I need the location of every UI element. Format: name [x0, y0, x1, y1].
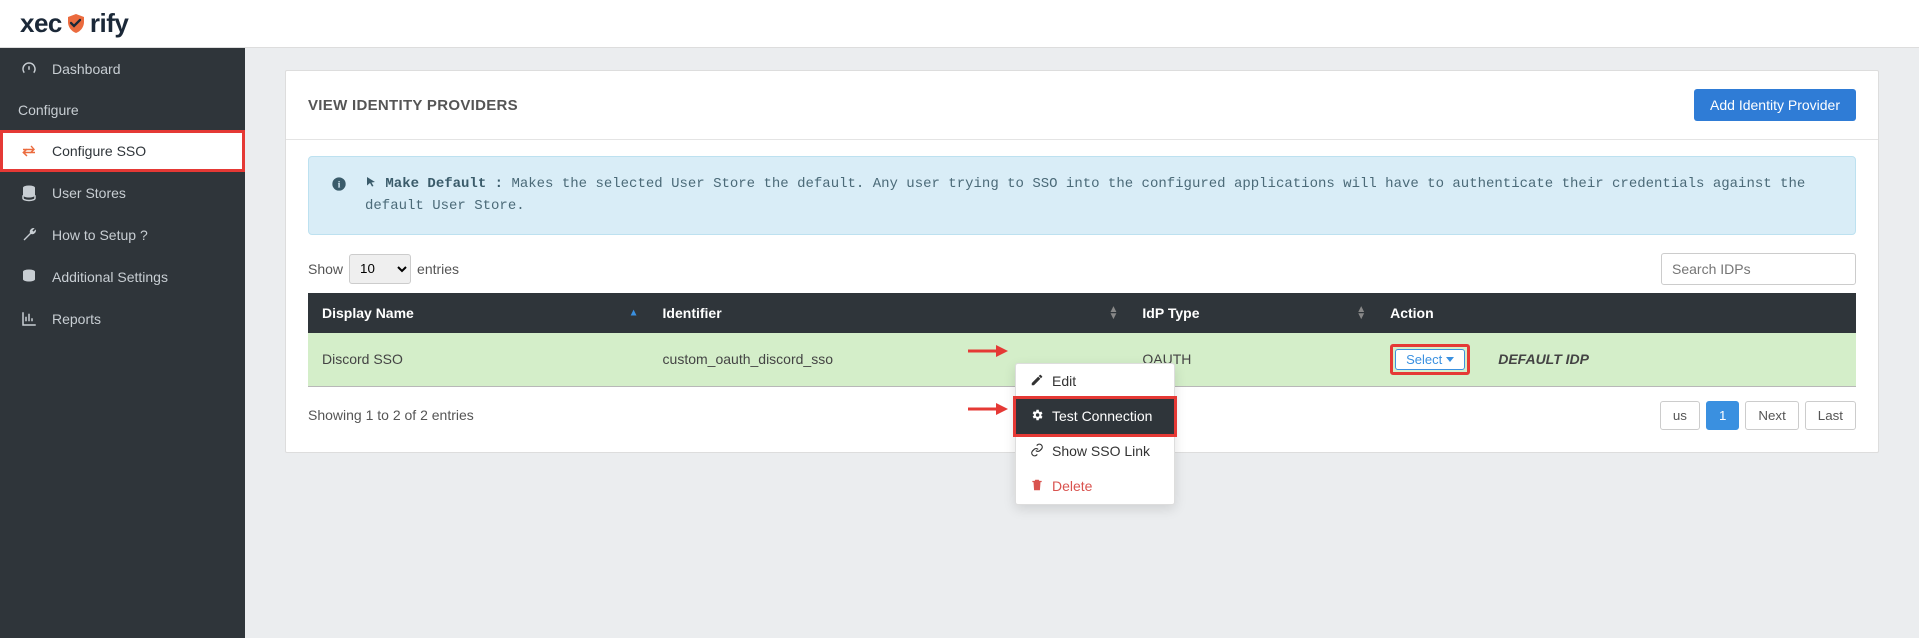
entries-select[interactable]: 10 — [349, 254, 411, 284]
chart-icon — [18, 310, 40, 328]
add-idp-button[interactable]: Add Identity Provider — [1694, 89, 1856, 121]
arrow-icon — [968, 401, 1008, 417]
database-icon — [18, 268, 40, 286]
edit-icon — [1030, 373, 1044, 390]
page-1[interactable]: 1 — [1706, 401, 1739, 430]
cursor-icon — [365, 176, 385, 192]
logo: xec rify — [20, 8, 128, 39]
dropdown-label: Show SSO Link — [1052, 443, 1150, 459]
col-idp-type[interactable]: IdP Type ▲▼ — [1128, 293, 1376, 333]
caret-down-icon — [1446, 357, 1454, 362]
sidebar-item-dashboard[interactable]: Dashboard — [0, 48, 245, 90]
idp-panel: VIEW IDENTITY PROVIDERS Add Identity Pro… — [285, 70, 1879, 453]
cell-action: Select DEFAULT IDP — [1376, 333, 1856, 387]
shield-icon — [64, 12, 88, 36]
dropdown-label: Edit — [1052, 373, 1076, 389]
sidebar-item-additional[interactable]: Additional Settings — [0, 256, 245, 298]
col-display-name[interactable]: Display Name ▲ — [308, 293, 649, 333]
pagination: us 1 Next Last — [1660, 401, 1856, 430]
sidebar-item-label: How to Setup ? — [52, 227, 148, 243]
sidebar-item-label: Reports — [52, 311, 101, 327]
dropdown-label: Delete — [1052, 478, 1092, 494]
table-controls: Show 10 entries — [308, 253, 1856, 285]
panel-body: i Make Default : Makes the selected User… — [286, 140, 1878, 452]
page-next[interactable]: Next — [1745, 401, 1798, 430]
select-button-highlight: Select — [1390, 344, 1470, 375]
sidebar: Dashboard Configure Configure SSO User S… — [0, 48, 245, 638]
wrench-icon — [18, 226, 40, 244]
dropdown-test-connection[interactable]: Test Connection — [1016, 399, 1174, 434]
sidebar-item-reports[interactable]: Reports — [0, 298, 245, 340]
sidebar-item-howto[interactable]: How to Setup ? — [0, 214, 245, 256]
trash-icon — [1030, 478, 1044, 495]
sidebar-item-label: Configure — [18, 102, 79, 118]
exchange-icon — [18, 142, 40, 160]
show-label-pre: Show — [308, 261, 343, 277]
sidebar-item-configure[interactable]: Configure — [0, 90, 245, 130]
sidebar-item-label: Dashboard — [52, 61, 121, 77]
cell-display-name: Discord SSO — [308, 333, 649, 387]
dropdown-delete[interactable]: Delete — [1016, 469, 1174, 504]
col-action: Action — [1376, 293, 1856, 333]
select-button[interactable]: Select — [1395, 349, 1465, 370]
database-icon — [18, 184, 40, 202]
search-input[interactable] — [1661, 253, 1856, 285]
info-label: Make Default : — [385, 176, 503, 192]
sort-icon: ▲▼ — [1109, 306, 1119, 320]
arrow-icon — [968, 343, 1008, 359]
action-dropdown: Edit Test Connection Show SSO Link Delet… — [1015, 363, 1175, 505]
link-icon — [1030, 443, 1044, 460]
logo-text-pre: xec — [20, 8, 62, 39]
entries-info: Showing 1 to 2 of 2 entries — [308, 407, 474, 423]
top-header: xec rify — [0, 0, 1919, 48]
panel-header: VIEW IDENTITY PROVIDERS Add Identity Pro… — [286, 71, 1878, 140]
logo-text-post: rify — [90, 8, 128, 39]
show-entries: Show 10 entries — [308, 254, 459, 284]
gauge-icon — [18, 60, 40, 78]
sort-icon: ▲ — [629, 309, 639, 316]
search-box — [1661, 253, 1856, 285]
info-icon: i — [331, 176, 347, 200]
main-content: VIEW IDENTITY PROVIDERS Add Identity Pro… — [245, 48, 1919, 475]
page-title: VIEW IDENTITY PROVIDERS — [308, 97, 518, 114]
info-box: i Make Default : Makes the selected User… — [308, 156, 1856, 235]
sidebar-item-configure-sso[interactable]: Configure SSO — [0, 130, 245, 172]
sidebar-item-user-stores[interactable]: User Stores — [0, 172, 245, 214]
page-last[interactable]: Last — [1805, 401, 1856, 430]
svg-text:i: i — [338, 180, 341, 190]
col-identifier[interactable]: Identifier ▲▼ — [649, 293, 1129, 333]
info-text: Make Default : Makes the selected User S… — [365, 173, 1833, 218]
dropdown-label: Test Connection — [1052, 408, 1152, 424]
info-description: Makes the selected User Store the defaul… — [365, 176, 1805, 214]
sidebar-item-label: Additional Settings — [52, 269, 168, 285]
sidebar-item-label: Configure SSO — [52, 143, 146, 159]
page-prev[interactable]: us — [1660, 401, 1700, 430]
sidebar-item-label: User Stores — [52, 185, 126, 201]
dropdown-show-sso-link[interactable]: Show SSO Link — [1016, 434, 1174, 469]
gears-icon — [1030, 408, 1044, 425]
default-idp-badge: DEFAULT IDP — [1498, 351, 1589, 367]
dropdown-edit[interactable]: Edit — [1016, 364, 1174, 399]
show-label-post: entries — [417, 261, 459, 277]
sort-icon: ▲▼ — [1356, 306, 1366, 320]
